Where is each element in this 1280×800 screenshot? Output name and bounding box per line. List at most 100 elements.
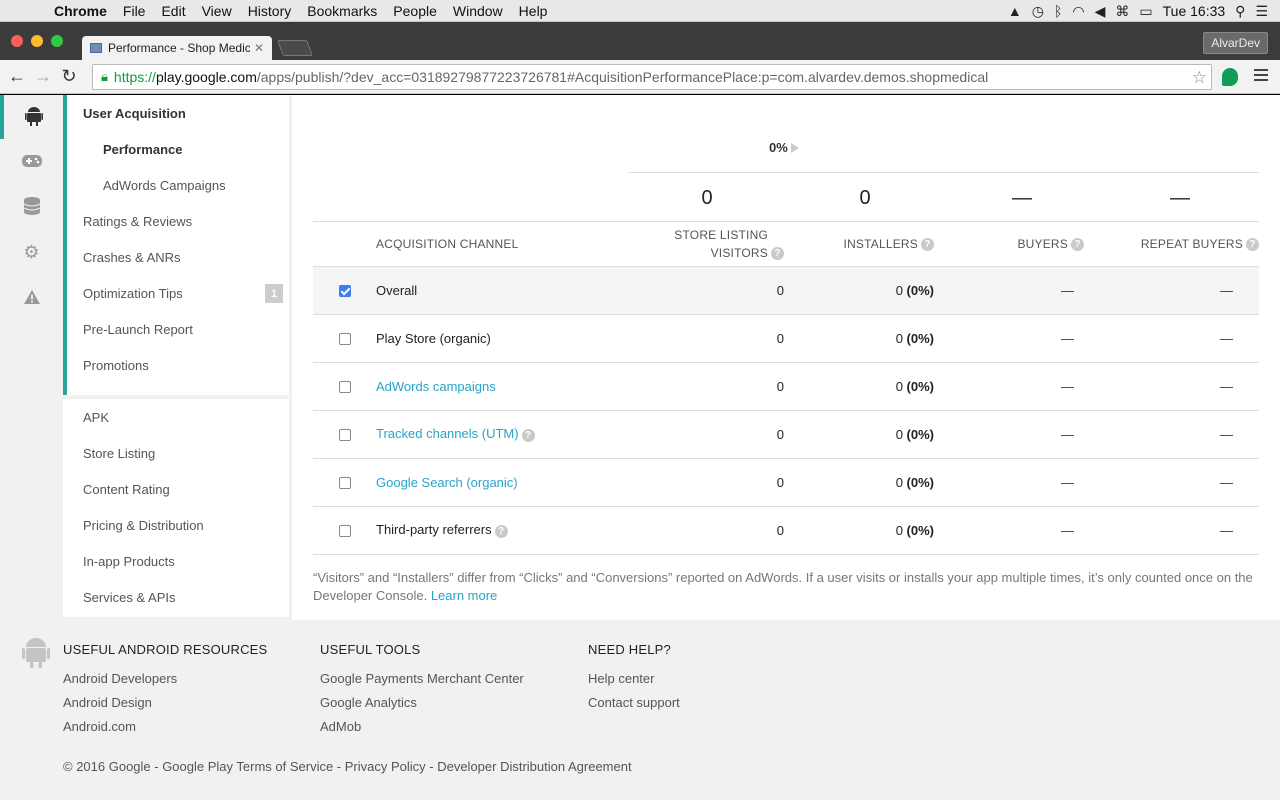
icon-rail: ⚙ xyxy=(0,95,63,620)
repeat-buyers-value: — xyxy=(1220,282,1233,298)
footer-link-contact-support[interactable]: Contact support xyxy=(588,695,680,719)
bluetooth-icon[interactable]: ᛒ xyxy=(1054,3,1062,19)
channel-cell: Overall xyxy=(376,266,646,315)
header-buyers[interactable]: Buyers? xyxy=(934,222,1084,267)
menu-bookmarks[interactable]: Bookmarks xyxy=(299,3,385,19)
header-store-listing-visitors[interactable]: Store listing visitors? xyxy=(646,222,784,267)
chrome-menu-icon[interactable] xyxy=(1254,69,1268,84)
notification-list-icon[interactable]: ☰ xyxy=(1255,3,1268,20)
time-machine-icon[interactable]: ◷ xyxy=(1032,3,1044,20)
help-icon[interactable]: ? xyxy=(771,247,784,261)
nav-crashes-anrs[interactable]: Crashes & ANRs xyxy=(67,239,289,275)
channel-name-link[interactable]: AdWords campaigns xyxy=(376,379,496,394)
help-icon[interactable]: ? xyxy=(494,524,508,538)
menu-help[interactable]: Help xyxy=(511,3,556,19)
nav-pricing-distribution[interactable]: Pricing & Distribution xyxy=(63,507,289,543)
learn-more-link[interactable]: Learn more xyxy=(431,588,497,603)
footer-link-admob[interactable]: AdMob xyxy=(320,719,524,743)
new-tab-button[interactable] xyxy=(277,40,313,56)
nav-services-apis[interactable]: Services & APIs xyxy=(63,579,289,615)
menu-people[interactable]: People xyxy=(385,3,445,19)
help-icon[interactable]: ? xyxy=(1246,237,1259,251)
database-icon[interactable] xyxy=(0,185,63,229)
row-checkbox[interactable] xyxy=(338,333,351,346)
table-row[interactable]: AdWords campaigns 0 0 (0%) — — xyxy=(313,362,1259,411)
footer-link-android-design[interactable]: Android Design xyxy=(63,695,267,719)
buyers-cell: — xyxy=(934,506,1084,555)
row-checkbox[interactable] xyxy=(338,477,351,490)
keyboard-icon[interactable]: ⌘ xyxy=(1115,3,1129,20)
nav-pre-launch-report[interactable]: Pre-Launch Report xyxy=(67,311,289,347)
battery-icon[interactable]: ▭ xyxy=(1139,3,1152,20)
menu-window[interactable]: Window xyxy=(445,3,511,19)
android-icon[interactable] xyxy=(0,95,63,139)
installers-count: 0 xyxy=(895,378,903,394)
menu-history[interactable]: History xyxy=(240,3,300,19)
clock[interactable]: Tue 16:33 xyxy=(1163,3,1226,19)
bookmark-star-icon[interactable]: ☆ xyxy=(1192,68,1207,88)
help-icon[interactable]: ? xyxy=(1071,237,1084,251)
wifi-icon[interactable]: ◠ xyxy=(1072,3,1084,20)
buyers-cell: — xyxy=(934,314,1084,363)
footer-link-google-analytics[interactable]: Google Analytics xyxy=(320,695,524,719)
warning-icon[interactable] xyxy=(0,275,63,319)
table-row[interactable]: Third-party referrers? 0 0 (0%) — — xyxy=(313,506,1259,555)
help-icon[interactable]: ? xyxy=(921,237,934,251)
nav-ratings-reviews[interactable]: Ratings & Reviews xyxy=(67,203,289,239)
forward-arrow-icon[interactable]: → xyxy=(30,66,56,87)
row-checkbox[interactable] xyxy=(338,285,351,298)
menu-app-name[interactable]: Chrome xyxy=(38,3,115,19)
footer-link-help-center[interactable]: Help center xyxy=(588,671,680,695)
drive-icon[interactable]: ▲ xyxy=(1008,3,1022,19)
nav-promotions[interactable]: Promotions xyxy=(67,347,289,383)
row-checkbox[interactable] xyxy=(338,429,351,442)
header-acquisition-channel[interactable]: Acquisition channel xyxy=(376,222,646,267)
close-window-button[interactable] xyxy=(11,35,23,47)
channel-name-link[interactable]: Google Search (organic) xyxy=(376,475,518,490)
browser-tab[interactable]: Performance - Shop Medic ✕ xyxy=(82,36,272,60)
footer-link-payments-merchant-center[interactable]: Google Payments Merchant Center xyxy=(320,671,524,695)
table-row[interactable]: Tracked channels (UTM)? 0 0 (0%) — — xyxy=(313,410,1259,459)
zoom-window-button[interactable] xyxy=(51,35,63,47)
table-header-row: Acquisition channel Store listing visito… xyxy=(313,222,1259,267)
help-icon[interactable]: ? xyxy=(521,428,535,442)
menu-file[interactable]: File xyxy=(115,3,154,19)
reload-icon[interactable]: ↻ xyxy=(56,66,82,87)
nav-performance[interactable]: Performance xyxy=(67,131,289,167)
nav-user-acquisition[interactable]: User Acquisition xyxy=(67,95,289,131)
address-bar[interactable]: 🔒︎ https:// play.google.com /apps/publis… xyxy=(92,64,1212,90)
url-path: /apps/publish/?dev_acc=03189279877223726… xyxy=(256,69,989,85)
back-arrow-icon[interactable]: ← xyxy=(4,66,30,87)
header-buyers-label: Buyers xyxy=(1017,236,1068,251)
installers-cell: 0 (0%) xyxy=(784,314,934,363)
channel-name-link[interactable]: Tracked channels (UTM) xyxy=(376,426,519,441)
header-repeat-buyers[interactable]: Repeat buyers? xyxy=(1084,222,1259,267)
table-row[interactable]: Google Search (organic) 0 0 (0%) — — xyxy=(313,458,1259,507)
nav-in-app-products[interactable]: In-app Products xyxy=(63,543,289,579)
spotlight-search-icon[interactable]: ⚲ xyxy=(1235,3,1245,20)
channel-cell: Third-party referrers? xyxy=(376,506,646,555)
minimize-window-button[interactable] xyxy=(31,35,43,47)
menu-edit[interactable]: Edit xyxy=(153,3,193,19)
table-row[interactable]: Play Store (organic) 0 0 (0%) — — xyxy=(313,314,1259,363)
tab-close-icon[interactable]: ✕ xyxy=(254,41,264,55)
nav-store-listing[interactable]: Store Listing xyxy=(63,435,289,471)
footer-link-android-developers[interactable]: Android Developers xyxy=(63,671,267,695)
gear-icon[interactable]: ⚙ xyxy=(0,230,63,274)
row-checkbox[interactable] xyxy=(338,381,351,394)
hangouts-icon[interactable] xyxy=(1222,68,1238,86)
nav-optimization-tips[interactable]: Optimization Tips 1 xyxy=(67,275,289,311)
funnel-percentage: 0% xyxy=(769,140,799,155)
profile-button[interactable]: AlvarDev xyxy=(1203,32,1268,54)
gamepad-icon[interactable] xyxy=(0,139,63,183)
table-row[interactable]: Overall 0 0 (0%) — — xyxy=(313,266,1259,315)
footer-link-android-com[interactable]: Android.com xyxy=(63,719,267,743)
nav-adwords-campaigns[interactable]: AdWords Campaigns xyxy=(67,167,289,203)
nav-content-rating[interactable]: Content Rating xyxy=(63,471,289,507)
menu-view[interactable]: View xyxy=(194,3,240,19)
row-checkbox[interactable] xyxy=(338,525,351,538)
header-installers[interactable]: Installers? xyxy=(784,222,934,267)
nav-apk[interactable]: APK xyxy=(63,399,289,435)
lock-icon[interactable]: 🔒︎ xyxy=(101,69,108,85)
volume-icon[interactable]: ◀ xyxy=(1095,3,1106,20)
